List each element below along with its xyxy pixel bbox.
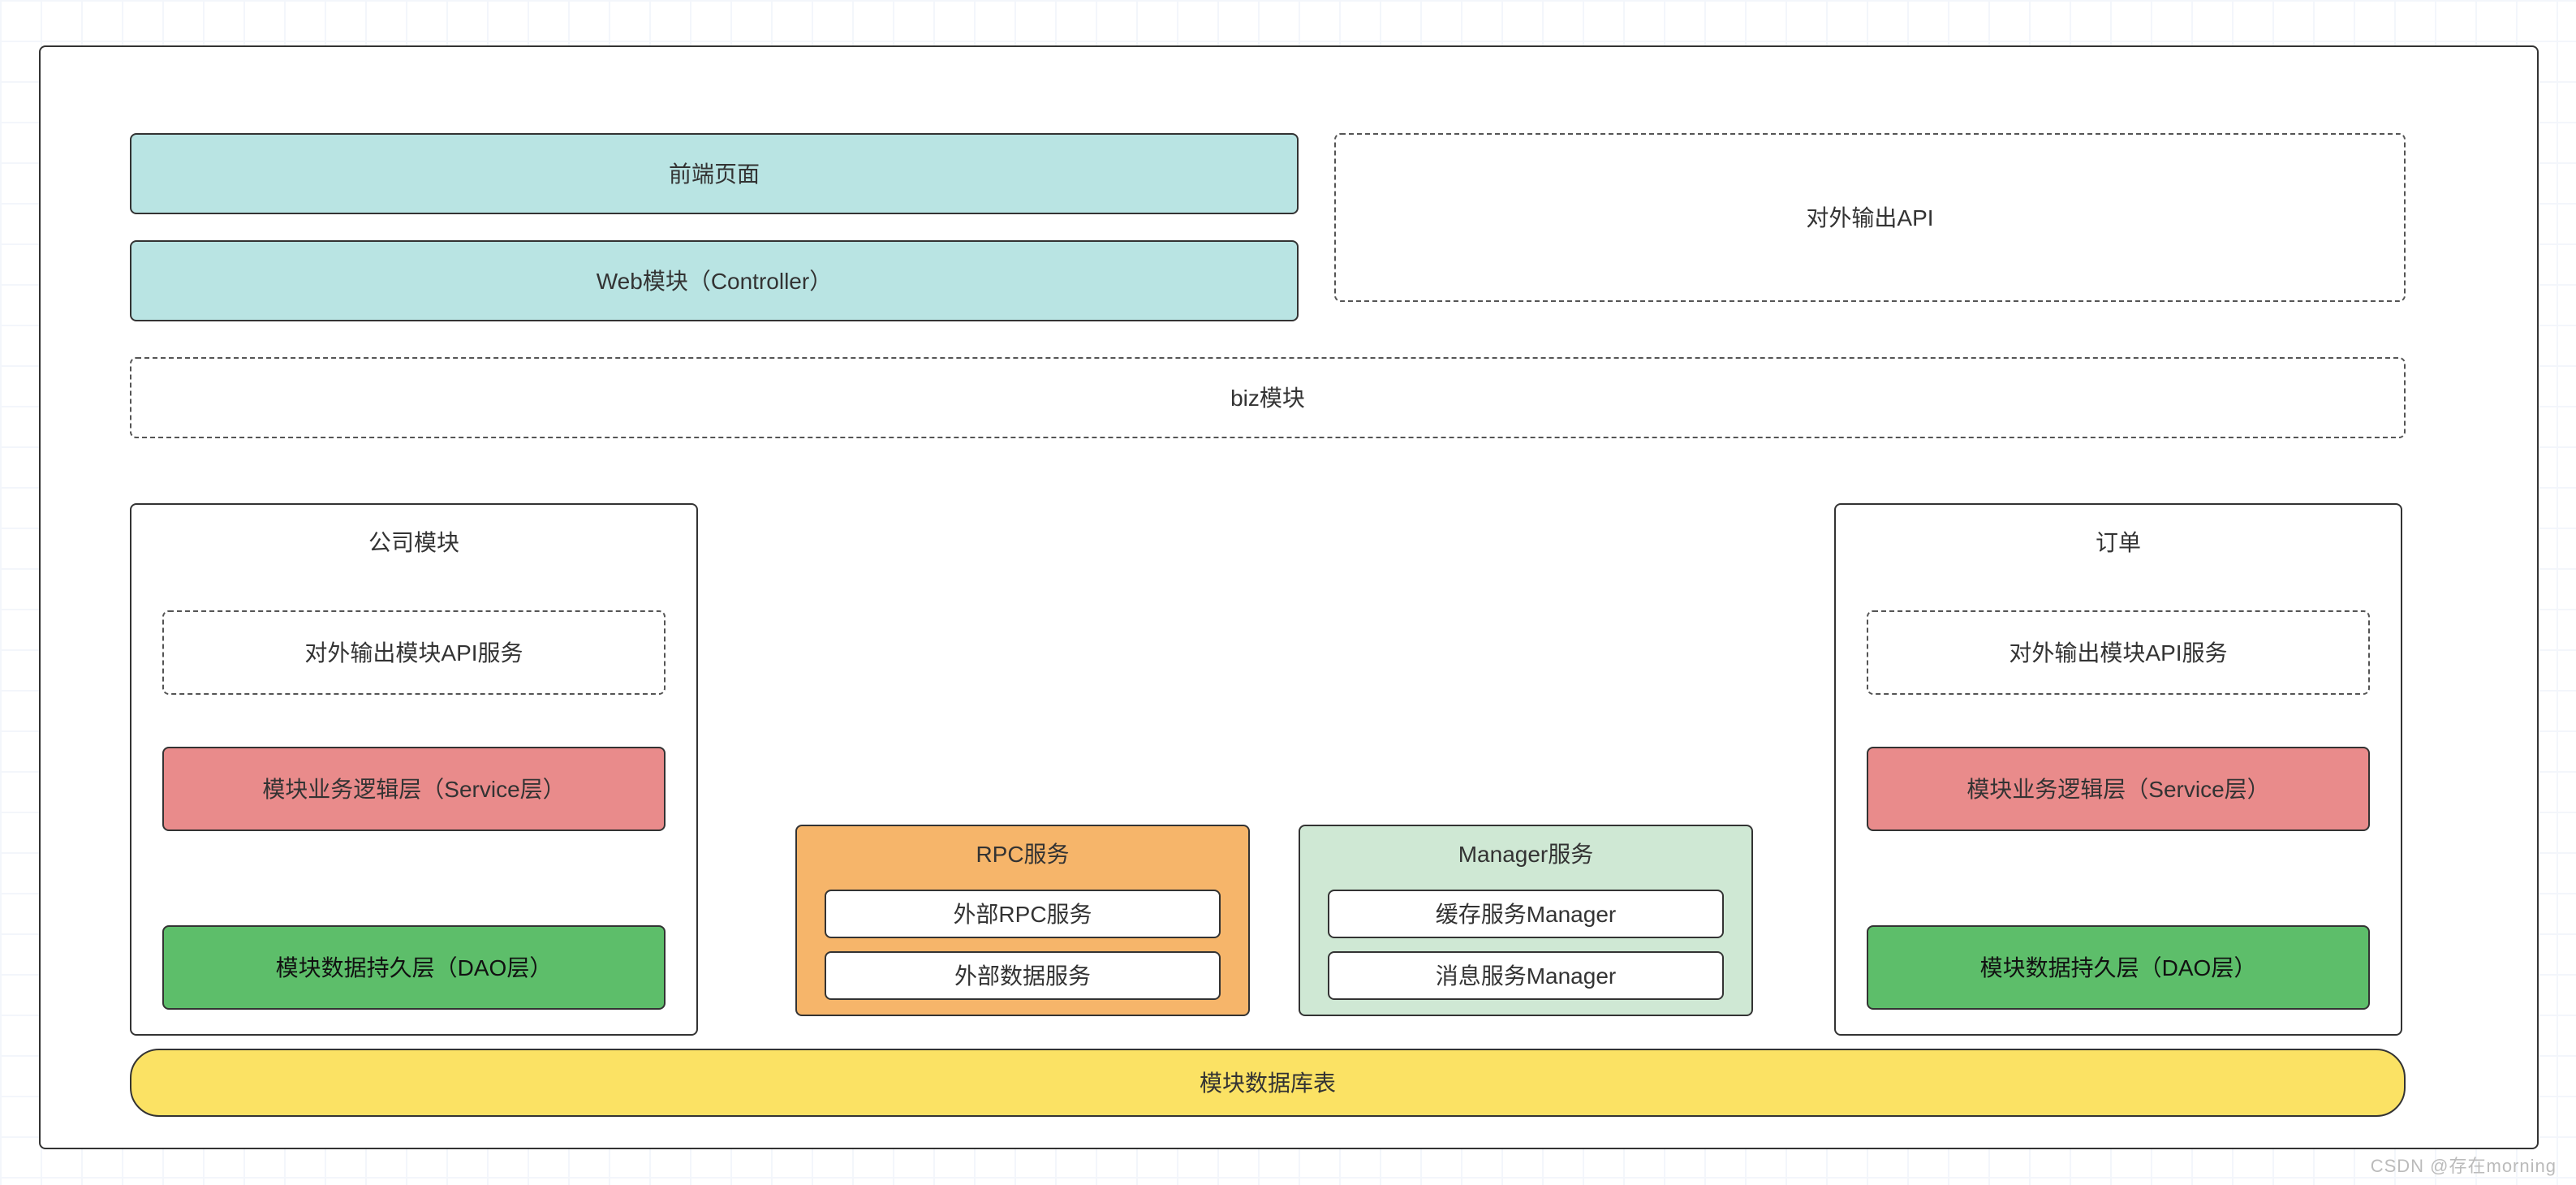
order-service-layer-label: 模块业务逻辑层（Service层） [1966,774,2269,804]
rpc-item2-box: 外部数据服务 [825,951,1221,1000]
db-table-label: 模块数据库表 [1200,1068,1336,1097]
order-module-title: 订单 [1834,510,2402,575]
rpc-title-label: RPC服务 [976,839,1069,868]
order-api-service-box: 对外输出模块API服务 [1867,610,2370,695]
biz-module-label: biz模块 [1230,383,1305,412]
rpc-item1-label: 外部RPC服务 [953,899,1092,929]
biz-module-box: biz模块 [130,357,2406,438]
manager-item2-label: 消息服务Manager [1436,961,1617,990]
watermark-text: CSDN @存在morning [2371,1153,2557,1179]
company-module-title-label: 公司模块 [368,528,459,557]
manager-item1-label: 缓存服务Manager [1436,899,1617,929]
company-dao-layer-box: 模块数据持久层（DAO层） [162,925,666,1010]
company-module-title: 公司模块 [130,510,698,575]
order-dao-layer-box: 模块数据持久层（DAO层） [1867,925,2370,1010]
manager-item2-box: 消息服务Manager [1328,951,1724,1000]
web-module-label: Web模块（Controller） [597,266,832,295]
frontend-page-box: 前端页面 [130,133,1299,214]
company-dao-layer-label: 模块数据持久层（DAO层） [276,953,553,982]
external-api-box: 对外输出API [1334,133,2406,302]
rpc-item1-box: 外部RPC服务 [825,890,1221,938]
company-service-layer-box: 模块业务逻辑层（Service层） [162,747,666,831]
company-api-service-box: 对外输出模块API服务 [162,610,666,695]
order-api-service-label: 对外输出模块API服务 [2009,638,2227,667]
order-dao-layer-label: 模块数据持久层（DAO层） [1980,953,2257,982]
db-table-box: 模块数据库表 [130,1049,2406,1117]
rpc-item2-label: 外部数据服务 [954,961,1091,990]
company-service-layer-label: 模块业务逻辑层（Service层） [262,774,565,804]
order-service-layer-box: 模块业务逻辑层（Service层） [1867,747,2370,831]
external-api-label: 对外输出API [1806,203,1933,232]
order-module-title-label: 订单 [2096,528,2141,557]
company-api-service-label: 对外输出模块API服务 [304,638,523,667]
manager-title-label: Manager服务 [1458,839,1594,868]
web-module-box: Web模块（Controller） [130,240,1299,321]
frontend-page-label: 前端页面 [669,159,760,188]
manager-item1-box: 缓存服务Manager [1328,890,1724,938]
